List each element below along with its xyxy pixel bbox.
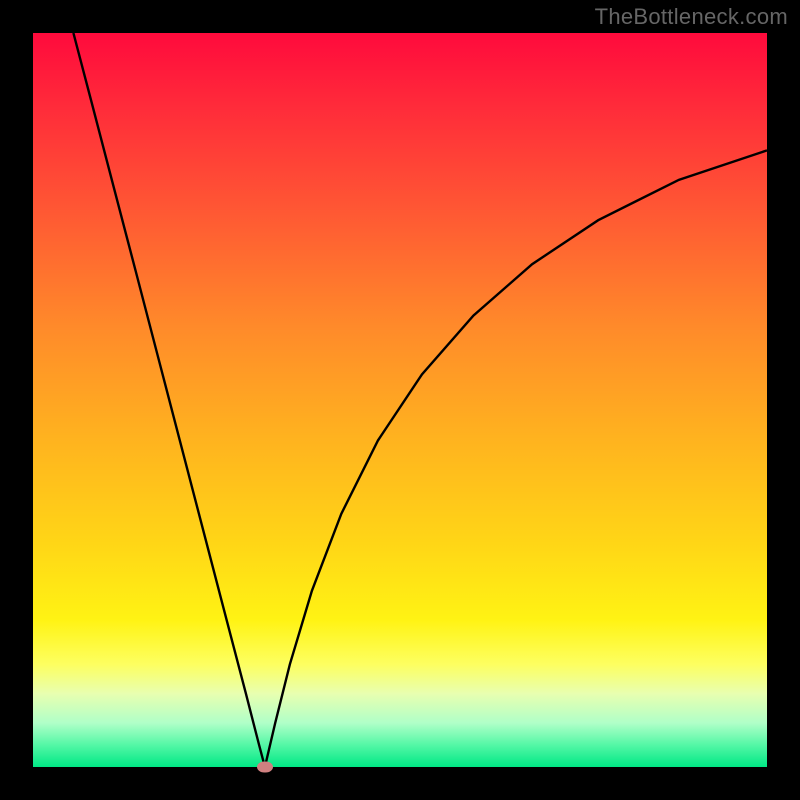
chart-svg — [33, 33, 767, 767]
plot-area — [33, 33, 767, 767]
optimum-marker — [257, 762, 273, 773]
curve-right-branch — [265, 150, 767, 767]
curve-left-branch — [73, 33, 265, 767]
chart-frame: TheBottleneck.com — [0, 0, 800, 800]
watermark-text: TheBottleneck.com — [595, 4, 788, 30]
